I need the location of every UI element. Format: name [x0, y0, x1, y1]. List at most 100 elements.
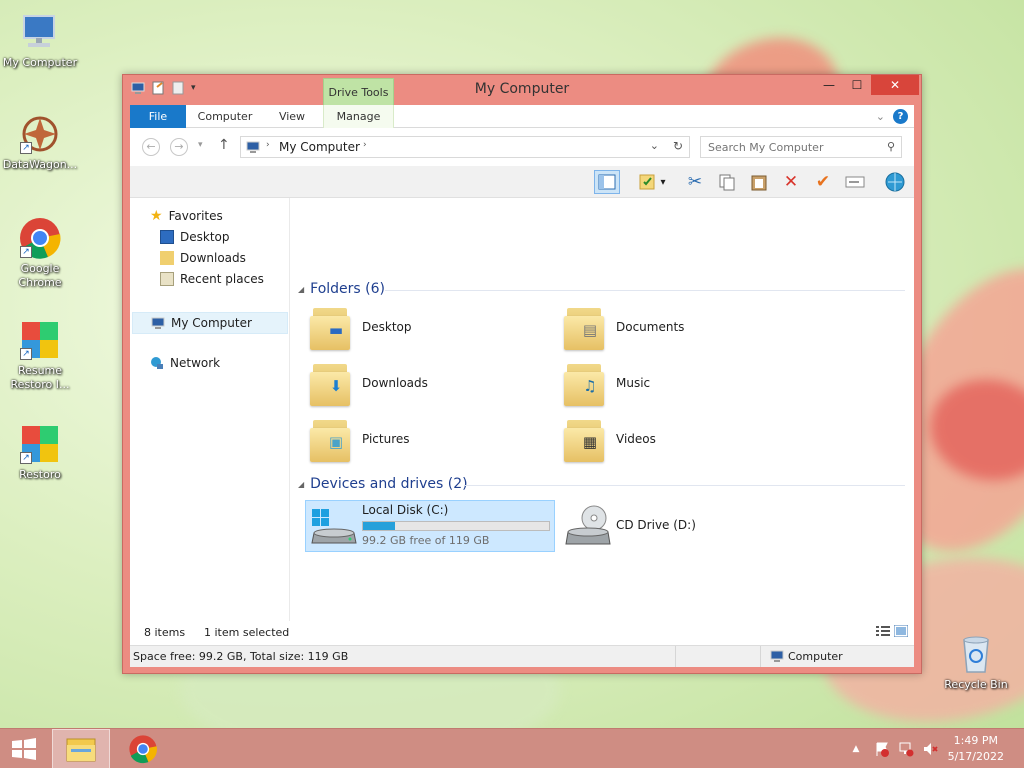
tab-manage[interactable]: Manage — [323, 105, 394, 128]
back-button[interactable]: ← — [142, 138, 160, 156]
folder-label: Documents — [616, 320, 685, 334]
chevron-down-icon[interactable]: ▾ — [656, 170, 670, 194]
rename-icon[interactable] — [842, 170, 868, 194]
chevron-down-icon[interactable]: ⌄ — [650, 139, 659, 152]
folder-pictures[interactable]: ▣ Pictures — [310, 416, 410, 462]
location-label: Computer — [788, 650, 843, 663]
folder-documents[interactable]: ▤ Documents — [564, 304, 684, 350]
nav-my-computer[interactable]: My Computer — [132, 312, 288, 334]
nav-recent-places[interactable]: Recent places — [160, 270, 264, 288]
paste-icon[interactable] — [746, 170, 772, 194]
breadcrumb-chevron-icon[interactable]: › — [363, 140, 367, 150]
search-icon[interactable]: ⚲ — [887, 140, 895, 153]
tab-file[interactable]: File — [130, 105, 186, 128]
tab-view[interactable]: View — [264, 105, 320, 128]
folder-label: Music — [616, 376, 651, 390]
folder-label: Desktop — [362, 320, 412, 334]
videos-folder-icon: ▦ — [564, 416, 604, 462]
start-button[interactable] — [0, 729, 48, 768]
drive-cd-d[interactable]: CD Drive (D:) — [560, 500, 810, 552]
shortcut-arrow-icon: ↗ — [20, 142, 32, 154]
search-input[interactable] — [708, 137, 878, 157]
desktop-icon-resume-restoro[interactable]: ↗ Resume Restoro I... — [0, 318, 80, 392]
breadcrumb[interactable]: My Computer — [279, 140, 360, 154]
folder-label: Pictures — [362, 432, 410, 446]
commands-toolbar: ▾ ✂ ✕ ✔ — [130, 166, 914, 198]
shortcut-arrow-icon: ↗ — [20, 246, 32, 258]
refresh-icon[interactable]: ↻ — [673, 139, 683, 153]
desktop-icon-recycle-bin[interactable]: Recycle Bin — [936, 632, 1016, 692]
show-hidden-icons-icon[interactable]: ▲ — [848, 729, 864, 768]
system-clock[interactable]: 1:49 PM 5/17/2022 — [948, 733, 1004, 765]
chrome-icon: ↗ — [18, 216, 62, 260]
folders-group-title: Folders (6) — [310, 281, 385, 297]
expand-ribbon-icon[interactable]: ⌄ — [876, 110, 885, 123]
nav-desktop[interactable]: Desktop — [160, 228, 230, 246]
nav-favorites-label: Favorites — [168, 209, 223, 223]
shortcut-arrow-icon: ↗ — [20, 348, 32, 360]
ribbon-right-controls: ⌄ ? — [876, 109, 908, 124]
drive-free-space: 99.2 GB free of 119 GB — [362, 534, 490, 547]
folders-group-header[interactable]: ◢ Folders (6) — [298, 281, 385, 297]
desktop-icon-my-computer[interactable]: My Computer — [0, 10, 80, 70]
status-line: 8 items 1 item selected — [130, 621, 914, 645]
copy-icon[interactable] — [714, 170, 740, 194]
volume-muted-icon[interactable] — [920, 729, 940, 768]
address-bar[interactable]: › My Computer › ⌄ ↻ — [240, 136, 690, 158]
computer-icon — [151, 316, 165, 330]
folder-music[interactable]: ♫ Music — [564, 360, 650, 406]
folder-downloads[interactable]: ⬇ Downloads — [310, 360, 428, 406]
rename-checkmark-icon[interactable]: ✔ — [810, 170, 836, 194]
desktop-icon-restoro[interactable]: ↗ Restoro — [0, 422, 80, 482]
computer-icon — [770, 649, 784, 666]
title-bar[interactable]: ▾ Drive Tools My Computer — ☐ ✕ — [123, 75, 921, 105]
nav-downloads[interactable]: Downloads — [160, 249, 246, 267]
action-center-flag-icon[interactable] — [872, 729, 892, 768]
up-arrow-icon[interactable]: ↑ — [218, 137, 230, 153]
network-status-icon[interactable] — [896, 729, 916, 768]
desktop-icon-label: Restoro — [19, 468, 61, 481]
hard-drive-icon — [310, 507, 358, 550]
file-explorer-icon — [66, 738, 96, 762]
delete-icon[interactable]: ✕ — [778, 170, 804, 194]
maximize-button[interactable]: ☐ — [843, 75, 871, 95]
large-icons-view-icon[interactable] — [893, 624, 909, 640]
taskbar-chrome[interactable] — [114, 729, 172, 768]
close-button[interactable]: ✕ — [871, 75, 919, 95]
desktop-icon-google-chrome[interactable]: ↗ Google Chrome — [0, 216, 80, 290]
desktop-icon-datawagon[interactable]: ↗ DataWagon... — [0, 112, 80, 172]
cut-icon[interactable]: ✂ — [682, 170, 708, 194]
space-info: Space free: 99.2 GB, Total size: 119 GB — [133, 650, 349, 663]
minimize-button[interactable]: — — [815, 75, 843, 95]
nav-network[interactable]: Network — [150, 354, 220, 372]
recent-locations-icon[interactable]: ▾ — [198, 140, 203, 150]
details-view-icon[interactable] — [876, 625, 890, 640]
devices-group-header[interactable]: ◢ Devices and drives (2) — [298, 476, 468, 492]
desktop-folder-icon: ▬ — [310, 304, 350, 350]
nav-favorites[interactable]: ★ Favorites — [150, 207, 223, 225]
forward-button[interactable]: → — [170, 138, 188, 156]
help-icon[interactable]: ? — [893, 109, 908, 124]
preview-pane-icon[interactable] — [594, 170, 620, 194]
navigation-pane: ★ Favorites Desktop Downloads Recent pla… — [130, 198, 290, 621]
folder-desktop[interactable]: ▬ Desktop — [310, 304, 412, 350]
desktop-icon-label: DataWagon... — [2, 158, 78, 171]
desktop-icon-label: Recycle Bin — [944, 678, 1008, 691]
computer-icon — [18, 10, 62, 54]
ribbon-tabs: File Computer View Manage ⌄ ? — [130, 105, 914, 128]
nav-downloads-label: Downloads — [180, 251, 246, 265]
folder-videos[interactable]: ▦ Videos — [564, 416, 656, 462]
breadcrumb-chevron-icon: › — [266, 140, 270, 150]
downloads-folder-icon: ⬇ — [310, 360, 350, 406]
downloads-icon — [160, 251, 174, 265]
chrome-icon — [129, 735, 157, 764]
details-bar: Space free: 99.2 GB, Total size: 119 GB … — [130, 645, 914, 667]
tab-computer[interactable]: Computer — [190, 105, 260, 128]
clock-date: 5/17/2022 — [947, 750, 1004, 763]
divider — [760, 646, 761, 667]
drive-local-disk-c[interactable]: Local Disk (C:) 99.2 GB free of 119 GB — [305, 500, 555, 552]
taskbar-file-explorer[interactable] — [52, 729, 110, 768]
network-globe-icon[interactable] — [882, 170, 908, 194]
nav-recent-label: Recent places — [180, 272, 264, 286]
disk-usage-bar — [362, 521, 550, 531]
